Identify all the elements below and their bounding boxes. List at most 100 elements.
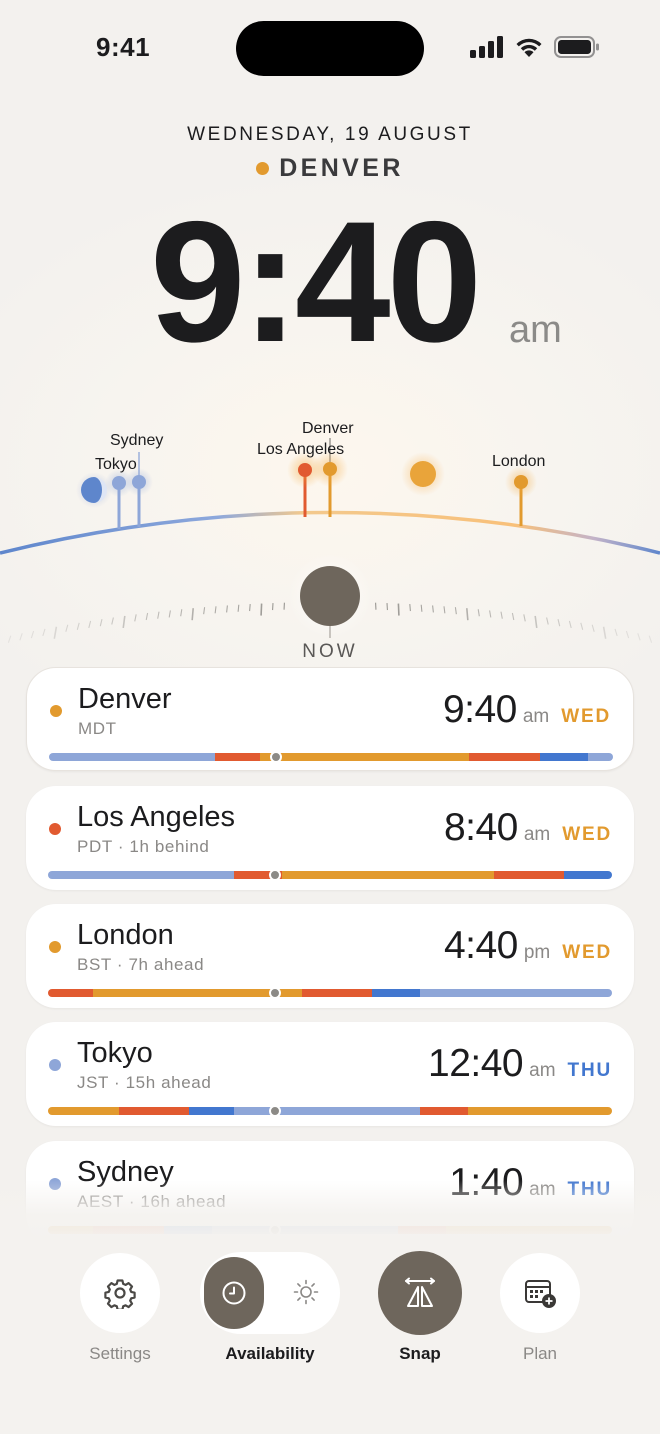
scrubber-tick <box>42 628 46 637</box>
status-icons <box>470 36 600 58</box>
scrubber-tick <box>53 626 58 639</box>
city-time: 4:40 <box>443 924 518 967</box>
scrubber-tick <box>454 607 457 615</box>
daylight-arc[interactable]: Sydney Tokyo Denver Los Angeles London <box>0 400 660 680</box>
city-ampm: am <box>523 824 551 845</box>
current-city-label: DENVER <box>279 154 404 182</box>
scrubber-tick <box>466 608 469 621</box>
scrubber-tick <box>134 614 137 622</box>
pin-london[interactable] <box>505 466 537 526</box>
settings-button[interactable] <box>80 1253 160 1333</box>
scrubber-tick <box>568 620 572 629</box>
availability-segment <box>48 989 94 997</box>
availability-segment <box>301 989 373 997</box>
city-card[interactable]: Tokyo JST · 15h ahead 12:40 am THU <box>26 1022 634 1126</box>
scrubber-tick <box>477 609 480 617</box>
city-day: WED <box>562 824 612 845</box>
current-city: DENVER <box>0 154 660 183</box>
availability-segment <box>420 1107 469 1115</box>
scrubber-tick <box>614 628 618 637</box>
dynamic-island <box>236 21 424 76</box>
city-name: Los Angeles <box>77 801 236 833</box>
clock-icon <box>222 1281 246 1305</box>
scrubber-tick <box>602 626 607 639</box>
label-sydney: Sydney <box>110 432 163 449</box>
label-london: London <box>492 453 545 470</box>
scrubber-tick <box>30 630 35 639</box>
availability-segment <box>468 1107 612 1115</box>
city-dot <box>49 1059 61 1071</box>
availability-daylight-option[interactable] <box>284 1270 328 1314</box>
availability-segment <box>260 753 470 761</box>
sun-outline-icon <box>293 1279 319 1305</box>
availability-bar[interactable] <box>48 989 612 997</box>
now-marker <box>269 987 281 999</box>
city-offset: MDT <box>78 719 117 738</box>
availability-segment <box>189 1107 235 1115</box>
plan-label: Plan <box>522 1344 558 1363</box>
city-time: 8:40 <box>443 806 518 849</box>
label-tokyo: Tokyo <box>95 456 137 473</box>
city-time: 9:40 <box>442 688 517 731</box>
settings-label: Settings <box>89 1344 151 1363</box>
scrubber-tick <box>111 617 114 625</box>
availability-segment <box>420 989 612 997</box>
scrubber-tick <box>260 603 263 616</box>
scrubber-tick <box>237 604 240 612</box>
availability-segment <box>215 753 261 761</box>
snap-button[interactable] <box>378 1251 462 1335</box>
now-knob[interactable] <box>288 554 372 638</box>
list-fade <box>0 1180 660 1242</box>
availability-segment <box>372 989 421 997</box>
city-day: WED <box>561 706 611 727</box>
current-date: WEDNESDAY, 19 AUGUST <box>187 124 473 145</box>
availability-clock-option[interactable] <box>204 1257 264 1329</box>
availability-segment <box>118 1107 189 1115</box>
gear-icon <box>104 1279 136 1309</box>
scrubber-tick <box>546 617 549 625</box>
city-time-group: 9:40 am WED <box>443 688 611 732</box>
availability-bar[interactable] <box>48 871 612 879</box>
city-card[interactable]: Denver MDT 9:40 am WED <box>26 667 634 771</box>
now-label: NOW <box>302 641 358 662</box>
city-time-group: 4:40 pm WED <box>444 924 612 968</box>
now-marker <box>269 1105 281 1117</box>
city-ampm: pm <box>523 942 551 963</box>
scrubber-tick <box>420 604 423 612</box>
city-card[interactable]: London BST · 7h ahead 4:40 pm WED <box>26 904 634 1008</box>
city-name: Tokyo <box>77 1037 153 1069</box>
availability-segment <box>48 871 235 879</box>
scrubber-tick <box>122 615 126 629</box>
scrubber-tick <box>145 612 149 621</box>
snap-icon <box>405 1277 435 1307</box>
availability-bar[interactable] <box>48 1107 612 1115</box>
availability-segment <box>587 753 613 761</box>
sun-icon <box>401 452 445 496</box>
city-offset: JST · 15h ahead <box>77 1073 212 1092</box>
city-dot <box>49 823 61 835</box>
scrubber-tick <box>489 610 492 618</box>
city-time-group: 8:40 am WED <box>444 806 612 850</box>
now-marker <box>270 751 282 763</box>
scrubber-tick <box>511 612 515 621</box>
city-offset: BST · 7h ahead <box>77 955 205 974</box>
current-ampm: am <box>509 309 562 351</box>
availability-label: Availability <box>225 1344 315 1363</box>
app-screen: 9:41 WEDNESDAY, 19 AUGUST DENVER 9:40 am <box>0 0 660 1434</box>
plan-button[interactable] <box>500 1253 580 1333</box>
availability-segment <box>493 871 565 879</box>
city-card[interactable]: Los Angeles PDT · 1h behind 8:40 am WED <box>26 786 634 890</box>
scrubber-tick <box>76 622 80 630</box>
scrubber-tick <box>157 611 160 619</box>
availability-segment <box>48 1107 119 1115</box>
now-marker <box>269 869 281 881</box>
scrubber-tick <box>432 605 434 613</box>
scrubber-tick <box>397 603 400 616</box>
availability-segment <box>469 753 540 761</box>
availability-bar[interactable] <box>49 753 613 761</box>
city-time-group: 12:40 am THU <box>428 1042 612 1086</box>
city-day: THU <box>567 1060 612 1081</box>
calendar-add-icon <box>525 1280 556 1308</box>
cellular-signal-icon <box>470 36 503 58</box>
scrubber-tick <box>443 606 446 614</box>
